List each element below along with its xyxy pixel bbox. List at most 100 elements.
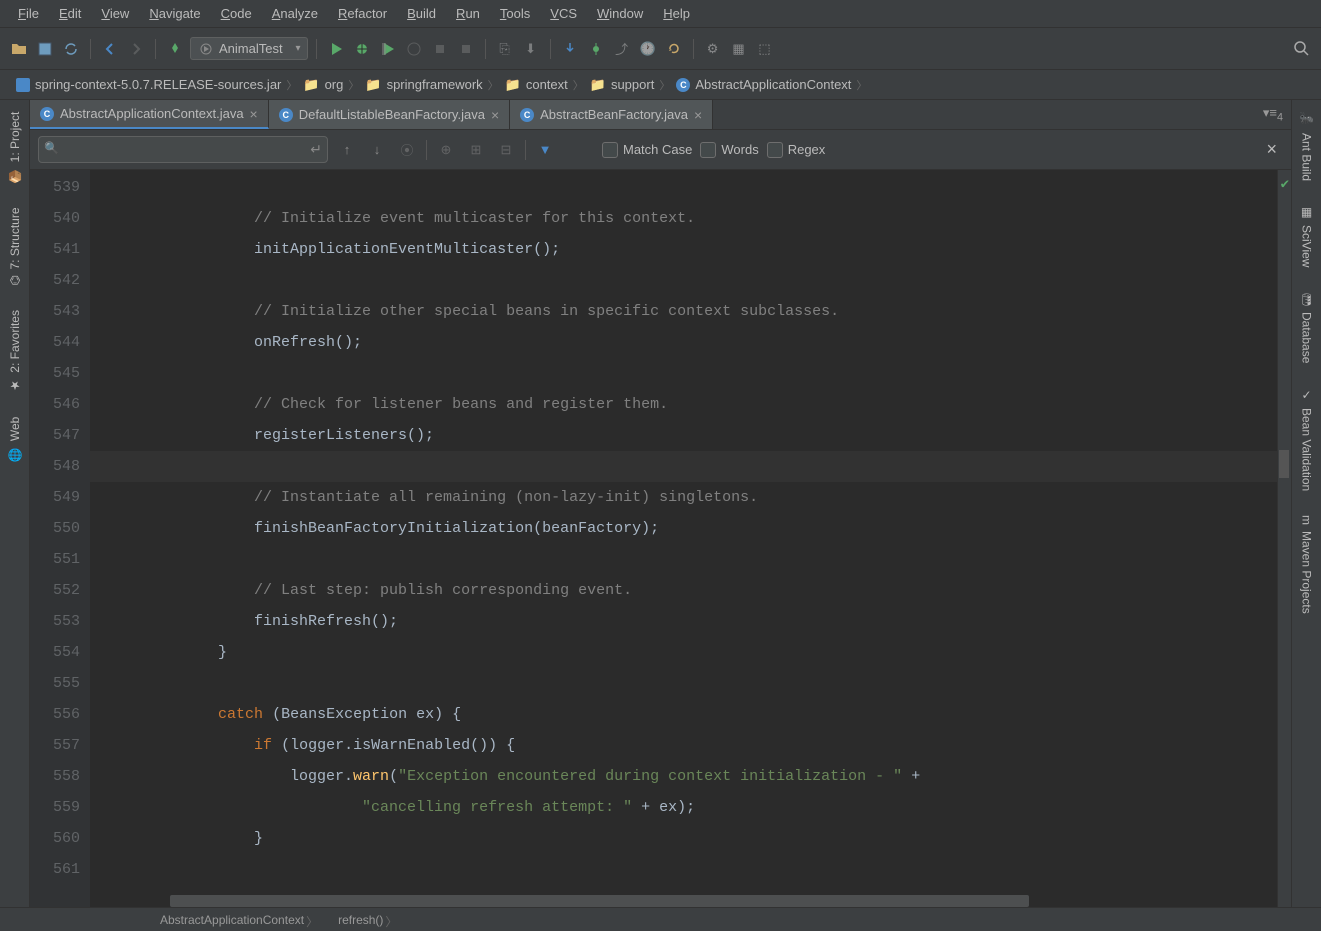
line-number[interactable]: 555 (30, 668, 80, 699)
line-number[interactable]: 540 (30, 203, 80, 234)
words-checkbox[interactable]: Words (700, 142, 758, 158)
tab-abstractapplicationcontext-java[interactable]: AbstractApplicationContext.java× (30, 100, 269, 129)
save-all-icon[interactable] (34, 38, 56, 60)
stop-icon[interactable] (455, 38, 477, 60)
tool-sciview[interactable]: ▦SciView (1295, 193, 1319, 279)
sync-icon[interactable] (60, 38, 82, 60)
tool-2-favorites[interactable]: ★2: Favorites (3, 298, 27, 405)
add-selection-icon[interactable]: ⊕ (435, 139, 457, 161)
menu-view[interactable]: View (91, 3, 139, 24)
code-line[interactable]: // Last step: publish corresponding even… (90, 575, 1291, 606)
code-line[interactable]: initApplicationEventMulticaster(); (90, 234, 1291, 265)
line-number[interactable]: 551 (30, 544, 80, 575)
line-number[interactable]: 558 (30, 761, 80, 792)
menu-help[interactable]: Help (653, 3, 700, 24)
code-line[interactable]: catch (BeansException ex) { (90, 699, 1291, 730)
tool-ant-build[interactable]: 🐜Ant Build (1295, 100, 1319, 193)
attach-icon[interactable] (429, 38, 451, 60)
code-line[interactable] (90, 451, 1291, 482)
line-number[interactable]: 539 (30, 172, 80, 203)
line-number[interactable]: 547 (30, 420, 80, 451)
code-line[interactable]: finishRefresh(); (90, 606, 1291, 637)
menu-build[interactable]: Build (397, 3, 446, 24)
status-breadcrumb-class[interactable]: AbstractApplicationContext (152, 913, 312, 927)
breadcrumb-support[interactable]: support (582, 74, 669, 96)
caret-mark[interactable] (1279, 450, 1289, 478)
error-stripe[interactable]: ✔ (1277, 170, 1291, 907)
tool-bean-validation[interactable]: ✓Bean Validation (1295, 376, 1319, 503)
open-icon[interactable] (8, 38, 30, 60)
coverage-icon[interactable] (377, 38, 399, 60)
code-line[interactable]: // Instantiate all remaining (non-lazy-i… (90, 482, 1291, 513)
line-number[interactable]: 541 (30, 234, 80, 265)
tab-list-icon[interactable]: ▾≡4 (1263, 105, 1283, 124)
menu-window[interactable]: Window (587, 3, 653, 24)
code-line[interactable]: } (90, 823, 1291, 854)
line-number[interactable]: 553 (30, 606, 80, 637)
tab-abstractbeanfactory-java[interactable]: AbstractBeanFactory.java× (510, 100, 713, 129)
code-line[interactable]: // Check for listener beans and register… (90, 389, 1291, 420)
breadcrumb-context[interactable]: context (497, 74, 582, 96)
structure-icon[interactable]: ▦ (728, 38, 750, 60)
line-number[interactable]: 556 (30, 699, 80, 730)
vcs-history-icon[interactable]: 🕐 (637, 38, 659, 60)
line-number[interactable]: 559 (30, 792, 80, 823)
menu-analyze[interactable]: Analyze (262, 3, 328, 24)
tool2-icon[interactable]: ⬇ (520, 38, 542, 60)
line-number[interactable]: 544 (30, 327, 80, 358)
tool-maven-projects[interactable]: mMaven Projects (1295, 503, 1319, 626)
vcs-push-icon[interactable]: ⤴ (611, 38, 633, 60)
menu-edit[interactable]: Edit (49, 3, 91, 24)
code-line[interactable]: logger.warn("Exception encountered durin… (90, 761, 1291, 792)
find-next-icon[interactable]: ↓ (366, 139, 388, 161)
build-icon[interactable] (164, 38, 186, 60)
breadcrumb-spring-context-5-0-7-release-sources-jar[interactable]: spring-context-5.0.7.RELEASE-sources.jar (8, 74, 295, 95)
code-editor[interactable]: 5395405415425435445455465475485495505515… (30, 170, 1291, 907)
code-line[interactable]: finishBeanFactoryInitialization(beanFact… (90, 513, 1291, 544)
line-number[interactable]: 548 (30, 451, 80, 482)
line-number[interactable]: 543 (30, 296, 80, 327)
code-line[interactable]: // Initialize event multicaster for this… (90, 203, 1291, 234)
regex-checkbox[interactable]: Regex (767, 142, 826, 158)
code-content[interactable]: // Initialize event multicaster for this… (90, 170, 1291, 907)
menu-code[interactable]: Code (211, 3, 262, 24)
filter-icon[interactable]: ▼ (534, 139, 556, 161)
menu-navigate[interactable]: Navigate (139, 3, 210, 24)
tab-defaultlistablebeanfactory-java[interactable]: DefaultListableBeanFactory.java× (269, 100, 510, 129)
menu-run[interactable]: Run (446, 3, 490, 24)
menu-file[interactable]: File (8, 3, 49, 24)
code-line[interactable] (90, 172, 1291, 203)
breadcrumb-abstractapplicationcontext[interactable]: AbstractApplicationContext (668, 74, 865, 95)
forward-icon[interactable] (125, 38, 147, 60)
find-target-icon[interactable]: ⦿ (396, 139, 418, 161)
remove-selection-icon[interactable]: ⊟ (495, 139, 517, 161)
line-number[interactable]: 554 (30, 637, 80, 668)
vcs-update-icon[interactable] (559, 38, 581, 60)
tab-close-icon[interactable]: × (694, 107, 702, 123)
menu-refactor[interactable]: Refactor (328, 3, 397, 24)
code-line[interactable]: "cancelling refresh attempt: " + ex); (90, 792, 1291, 823)
tool1-icon[interactable]: ⎘ (494, 38, 516, 60)
line-number[interactable]: 557 (30, 730, 80, 761)
code-line[interactable]: registerListeners(); (90, 420, 1291, 451)
line-number[interactable]: 542 (30, 265, 80, 296)
find-close-icon[interactable]: × (1260, 139, 1283, 160)
run-icon[interactable] (325, 38, 347, 60)
breadcrumb-org[interactable]: org (295, 74, 357, 96)
line-number[interactable]: 552 (30, 575, 80, 606)
tool-web[interactable]: 🌐Web (3, 405, 27, 474)
tool-7-structure[interactable]: ⌬7: Structure (3, 195, 27, 298)
code-line[interactable] (90, 265, 1291, 296)
run-config-selector[interactable]: AnimalTest (190, 37, 308, 60)
menu-vcs[interactable]: VCS (540, 3, 587, 24)
search-everywhere-icon[interactable] (1291, 38, 1313, 60)
select-all-icon[interactable]: ⊞ (465, 139, 487, 161)
line-number[interactable]: 545 (30, 358, 80, 389)
line-number[interactable]: 550 (30, 513, 80, 544)
tool-database[interactable]: 🛢Database (1295, 279, 1319, 376)
code-line[interactable] (90, 668, 1291, 699)
code-line[interactable] (90, 854, 1291, 885)
code-line[interactable] (90, 358, 1291, 389)
line-number[interactable]: 546 (30, 389, 80, 420)
menu-tools[interactable]: Tools (490, 3, 540, 24)
